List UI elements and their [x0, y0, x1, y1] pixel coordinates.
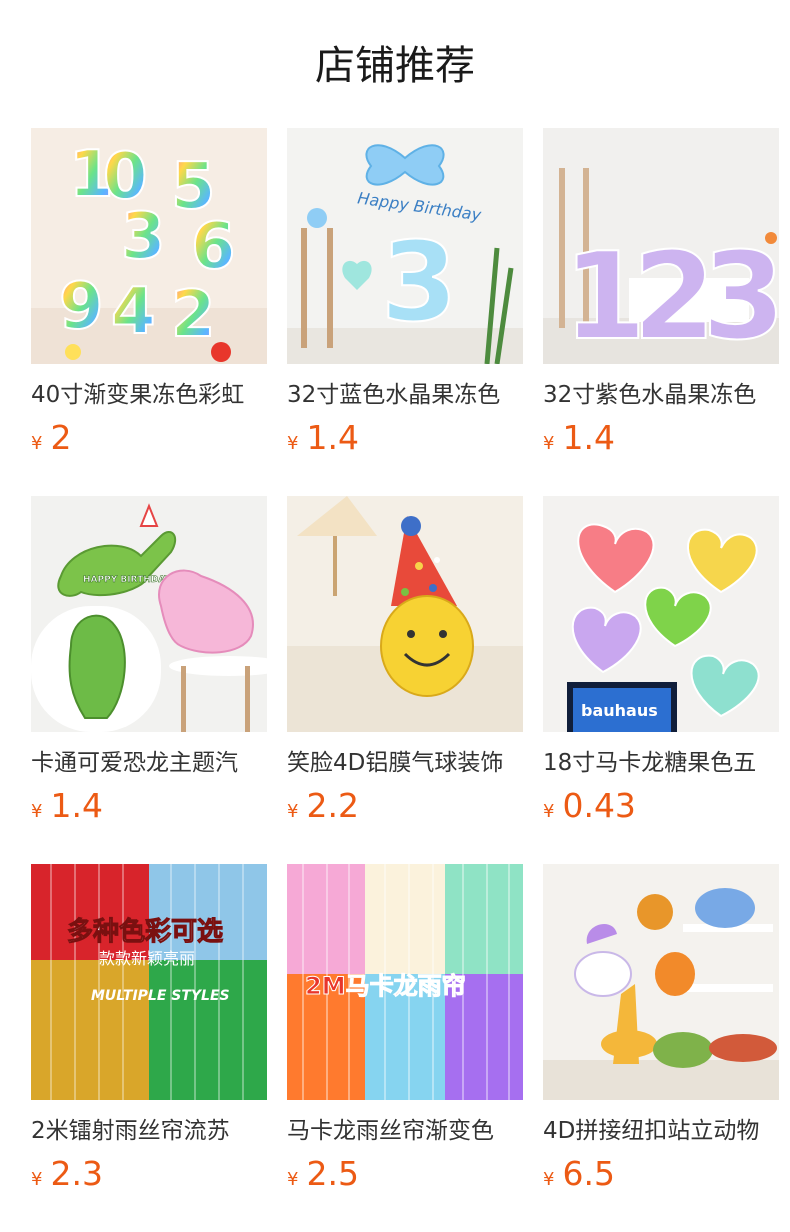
svg-text:4: 4: [111, 275, 156, 349]
product-image[interactable]: [287, 496, 523, 732]
product-price: ¥2.2: [287, 786, 523, 826]
product-name[interactable]: 40寸渐变果冻色彩虹: [31, 378, 267, 412]
svg-text:2: 2: [171, 278, 216, 352]
price-value: 1.4: [50, 786, 103, 825]
price-value: 2.3: [50, 1154, 103, 1193]
currency-symbol: ¥: [31, 1169, 43, 1190]
product-name[interactable]: 4D拼接纽扣站立动物: [543, 1114, 779, 1148]
price-value: 2.5: [306, 1154, 359, 1193]
currency-symbol: ¥: [287, 801, 299, 822]
purple-balloons-illustration: 123: [543, 128, 779, 364]
product-name[interactable]: 2米镭射雨丝帘流苏: [31, 1114, 267, 1148]
product-card[interactable]: bauhaus 18寸马卡龙糖果色五 ¥0.43: [543, 496, 779, 836]
rainbow-balloons-illustration: 10 53 69 42: [31, 128, 267, 364]
price-value: 6.5: [562, 1154, 615, 1193]
currency-symbol: ¥: [543, 1169, 555, 1190]
tinsel-curtain-illustration: 多种色彩可选 款款新颖亮丽 MULTIPLE STYLES: [31, 864, 267, 1100]
product-name[interactable]: 32寸蓝色水晶果冻色: [287, 378, 523, 412]
p6-sign-text: bauhaus: [581, 701, 658, 720]
p2-digit-text: 3: [381, 218, 458, 346]
product-price: ¥1.4: [31, 786, 267, 826]
product-name[interactable]: 32寸紫色水晶果冻色: [543, 378, 779, 412]
product-image[interactable]: 2M马卡龙雨帘: [287, 864, 523, 1100]
heart-balloons-illustration: bauhaus: [543, 496, 779, 732]
dinosaur-balloons-illustration: HAPPY BIRTHDAY: [31, 496, 267, 732]
product-card[interactable]: 2M马卡龙雨帘 马卡龙雨丝帘渐变色 ¥2.5: [287, 864, 523, 1204]
product-name[interactable]: 笑脸4D铝膜气球装饰: [287, 746, 523, 780]
p7-caption-text: MULTIPLE STYLES: [91, 988, 230, 1004]
product-image[interactable]: 多种色彩可选 款款新颖亮丽 MULTIPLE STYLES: [31, 864, 267, 1100]
p4-sign-text: HAPPY BIRTHDAY: [83, 575, 171, 585]
product-image[interactable]: Happy Birthday 3: [287, 128, 523, 364]
page-title: 店铺推荐: [315, 43, 475, 89]
product-name[interactable]: 18寸马卡龙糖果色五: [543, 746, 779, 780]
product-card[interactable]: 10 53 69 42 40寸渐变果冻色彩虹 ¥2: [31, 128, 267, 468]
product-price: ¥6.5: [543, 1154, 779, 1194]
product-name[interactable]: 马卡龙雨丝帘渐变色: [287, 1114, 523, 1148]
product-image[interactable]: [543, 864, 779, 1100]
product-image[interactable]: 123: [543, 128, 779, 364]
p3-digits-text: 123: [563, 228, 776, 364]
product-image[interactable]: 10 53 69 42: [31, 128, 267, 364]
product-price: ¥1.4: [287, 418, 523, 458]
product-card[interactable]: HAPPY BIRTHDAY 卡通可爱恐龙主题汽 ¥1.4: [31, 496, 267, 836]
currency-symbol: ¥: [543, 801, 555, 822]
product-price: ¥0.43: [543, 786, 779, 826]
product-price: ¥2: [31, 418, 267, 458]
blue-balloon-illustration: Happy Birthday 3: [287, 128, 523, 364]
product-price: ¥2.5: [287, 1154, 523, 1194]
product-name[interactable]: 卡通可爱恐龙主题汽: [31, 746, 267, 780]
product-card[interactable]: Happy Birthday 3 32寸蓝色水晶果冻色 ¥1.4: [287, 128, 523, 468]
svg-text:3: 3: [121, 200, 166, 274]
smiley-balloon-illustration: [287, 496, 523, 732]
animal-balloons-illustration: [543, 864, 779, 1100]
svg-text:6: 6: [191, 210, 236, 284]
p7-subtitle-text: 款款新颖亮丽: [99, 949, 195, 968]
product-image[interactable]: bauhaus: [543, 496, 779, 732]
product-price: ¥1.4: [543, 418, 779, 458]
currency-symbol: ¥: [287, 433, 299, 454]
p8-title-text: 2M马卡龙雨帘: [305, 972, 466, 1000]
price-value: 2.2: [306, 786, 359, 825]
p7-title-text: 多种色彩可选: [67, 916, 223, 947]
currency-symbol: ¥: [31, 801, 43, 822]
product-card[interactable]: 123 32寸紫色水晶果冻色 ¥1.4: [543, 128, 779, 468]
price-value: 2: [50, 418, 72, 457]
svg-text:9: 9: [59, 270, 104, 344]
currency-symbol: ¥: [31, 433, 43, 454]
price-value: 0.43: [562, 786, 636, 825]
product-card[interactable]: 多种色彩可选 款款新颖亮丽 MULTIPLE STYLES 2米镭射雨丝帘流苏 …: [31, 864, 267, 1204]
price-value: 1.4: [562, 418, 615, 457]
currency-symbol: ¥: [287, 1169, 299, 1190]
product-card[interactable]: 笑脸4D铝膜气球装饰 ¥2.2: [287, 496, 523, 836]
product-price: ¥2.3: [31, 1154, 267, 1194]
currency-symbol: ¥: [543, 433, 555, 454]
product-card[interactable]: 4D拼接纽扣站立动物 ¥6.5: [543, 864, 779, 1204]
price-value: 1.4: [306, 418, 359, 457]
macaron-curtain-illustration: 2M马卡龙雨帘: [287, 864, 523, 1100]
product-image[interactable]: HAPPY BIRTHDAY: [31, 496, 267, 732]
